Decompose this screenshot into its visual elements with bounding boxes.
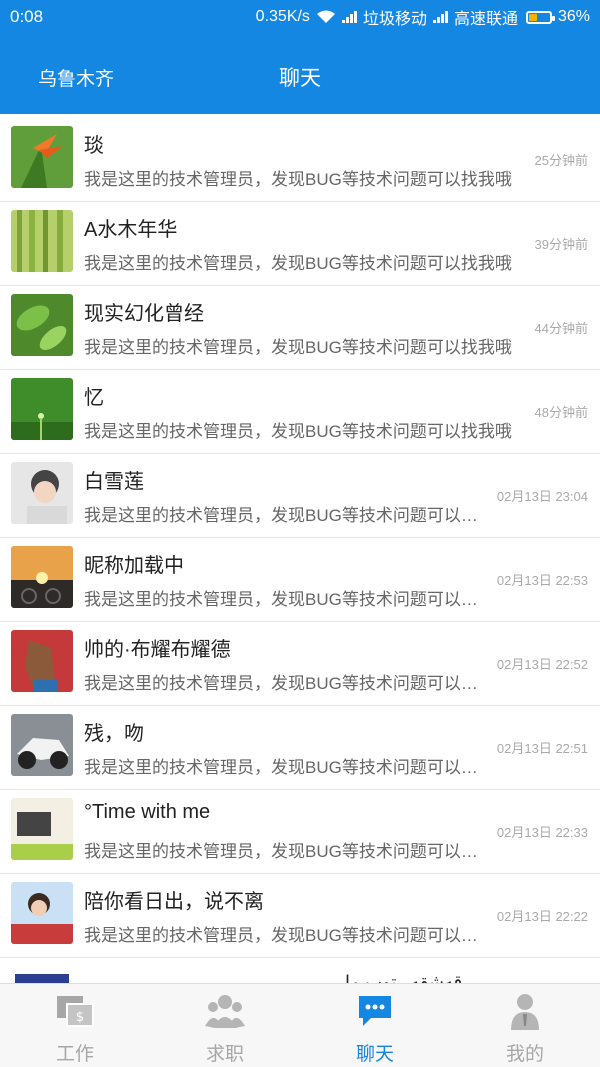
tab-mine[interactable]: 我的 [450, 984, 600, 1067]
people-icon [205, 995, 245, 1028]
battery-percent: 36% [557, 8, 590, 25]
avatar [11, 378, 73, 440]
avatar [11, 972, 73, 983]
status-time: 0:08 [10, 7, 44, 26]
chat-preview: 我是这里的技术管理员，发现BUG等技术问题可以找我哦 [84, 338, 512, 357]
chat-time: 44分钟前 [534, 321, 588, 336]
avatar [11, 126, 73, 188]
chat-name: 陪你看日出，说不离 [84, 891, 264, 913]
chat-preview: 我是这里的技术管理员，发现BUG等技术问题可以找我哦 [84, 674, 482, 693]
chat-name: 琰 [84, 135, 104, 157]
user-icon [511, 994, 539, 1030]
chat-row[interactable]: 陪你看日出，说不离 我是这里的技术管理员，发现BUG等技术问题可以找我哦 02月… [0, 874, 600, 958]
chat-preview: 我是这里的技术管理员，发现BUG等技术问题可以找我哦 [84, 590, 482, 609]
chat-name: 昵称加载中 [84, 555, 184, 577]
chat-time: 02月13日 22:33 [496, 825, 588, 840]
wifi-icon [316, 10, 335, 23]
chat-row[interactable]: 白雪莲 我是这里的技术管理员，发现BUG等技术问题可以找我哦 02月13日 23… [0, 454, 600, 538]
avatar [11, 882, 73, 944]
chat-name: 忆 [84, 387, 104, 409]
battery-icon [525, 10, 555, 24]
chat-name: 残，吻 [84, 723, 144, 745]
chat-time: 39分钟前 [534, 237, 588, 252]
chat-bubble-icon [359, 996, 391, 1026]
chat-row[interactable]: 残，吻 我是这里的技术管理员，发现BUG等技术问题可以找我哦 02月13日 22… [0, 706, 600, 790]
avatar [11, 798, 73, 860]
chat-name: °Time with me [84, 801, 211, 823]
status-bar: 0:08 0.35K/s 垃圾移动 高速联通 36% [0, 0, 600, 34]
chat-name: قەشقەر توپ ما [345, 972, 463, 983]
chat-name: 现实幻化曾经 [84, 303, 204, 325]
tab-work-label: 工作 [55, 1044, 94, 1065]
chat-name: A水木年华 [84, 219, 178, 241]
svg-text:$: $ [76, 1010, 84, 1025]
tab-mine-label: 我的 [505, 1044, 544, 1065]
chat-preview: 我是这里的技术管理员，发现BUG等技术问题可以找我哦 [84, 254, 512, 273]
chat-row[interactable]: 昵称加载中 我是这里的技术管理员，发现BUG等技术问题可以找我哦 02月13日 … [0, 538, 600, 622]
chat-row[interactable]: A水木年华 我是这里的技术管理员，发现BUG等技术问题可以找我哦 39分钟前 [0, 202, 600, 286]
tab-jobs[interactable]: 求职 [150, 984, 300, 1067]
signal-icon-2 [432, 11, 448, 23]
chat-time: 02月13日 22:22 [496, 909, 588, 924]
chat-time: 02月13日 22:51 [496, 741, 588, 756]
chat-time: 02月13日 22:52 [496, 657, 588, 672]
avatar [11, 546, 73, 608]
chat-row[interactable]: 现实幻化曾经 我是这里的技术管理员，发现BUG等技术问题可以找我哦 44分钟前 [0, 286, 600, 370]
chat-row[interactable]: قەشقەر توپ ما [0, 958, 600, 983]
chat-preview: 我是这里的技术管理员，发现BUG等技术问题可以找我哦 [84, 506, 482, 525]
chat-preview: 我是这里的技术管理员，发现BUG等技术问题可以找我哦 [84, 842, 482, 861]
chat-row[interactable]: °Time with me 我是这里的技术管理员，发现BUG等技术问题可以找我哦… [0, 790, 600, 874]
tab-jobs-label: 求职 [205, 1044, 244, 1065]
chat-list[interactable]: 琰 我是这里的技术管理员，发现BUG等技术问题可以找我哦 25分钟前 A水木年华… [0, 118, 600, 983]
avatar [11, 630, 73, 692]
carrier-2: 高速联通 [453, 11, 518, 28]
chat-row[interactable]: 忆 我是这里的技术管理员，发现BUG等技术问题可以找我哦 48分钟前 [0, 370, 600, 454]
avatar [11, 714, 73, 776]
chat-row[interactable]: 琰 我是这里的技术管理员，发现BUG等技术问题可以找我哦 25分钟前 [0, 118, 600, 202]
avatar [11, 210, 73, 272]
avatar [11, 462, 73, 524]
bottom-nav: $ 工作 求职 聊天 我的 [0, 983, 600, 1067]
carrier-1: 垃圾移动 [362, 11, 427, 28]
chat-row[interactable]: 帅的·布耀布耀德 我是这里的技术管理员，发现BUG等技术问题可以找我哦 02月1… [0, 622, 600, 706]
app-header: 乌鲁木齐 聊天 [0, 34, 600, 114]
chat-name: 白雪莲 [84, 471, 144, 493]
network-speed: 0.35K/s [255, 8, 310, 25]
tab-chat-label: 聊天 [355, 1044, 394, 1065]
chat-time: 02月13日 23:04 [496, 489, 588, 504]
chat-name: 帅的·布耀布耀德 [84, 639, 231, 661]
chat-preview: 我是这里的技术管理员，发现BUG等技术问题可以找我哦 [84, 170, 512, 189]
status-indicators: 0.35K/s 垃圾移动 高速联通 36% [256, 5, 590, 29]
tab-work[interactable]: $ 工作 [0, 984, 150, 1067]
chat-preview: 我是这里的技术管理员，发现BUG等技术问题可以找我哦 [84, 758, 482, 777]
avatar [11, 294, 73, 356]
briefcase-icon: $ [57, 996, 94, 1027]
chat-time: 25分钟前 [534, 153, 588, 168]
chat-time: 48分钟前 [534, 405, 588, 420]
signal-icon [341, 11, 357, 23]
tab-chat[interactable]: 聊天 [300, 984, 450, 1067]
chat-preview: 我是这里的技术管理员，发现BUG等技术问题可以找我哦 [84, 926, 482, 945]
chat-time: 02月13日 22:53 [496, 573, 588, 588]
chat-preview: 我是这里的技术管理员，发现BUG等技术问题可以找我哦 [84, 422, 512, 441]
page-title: 聊天 [279, 67, 321, 90]
